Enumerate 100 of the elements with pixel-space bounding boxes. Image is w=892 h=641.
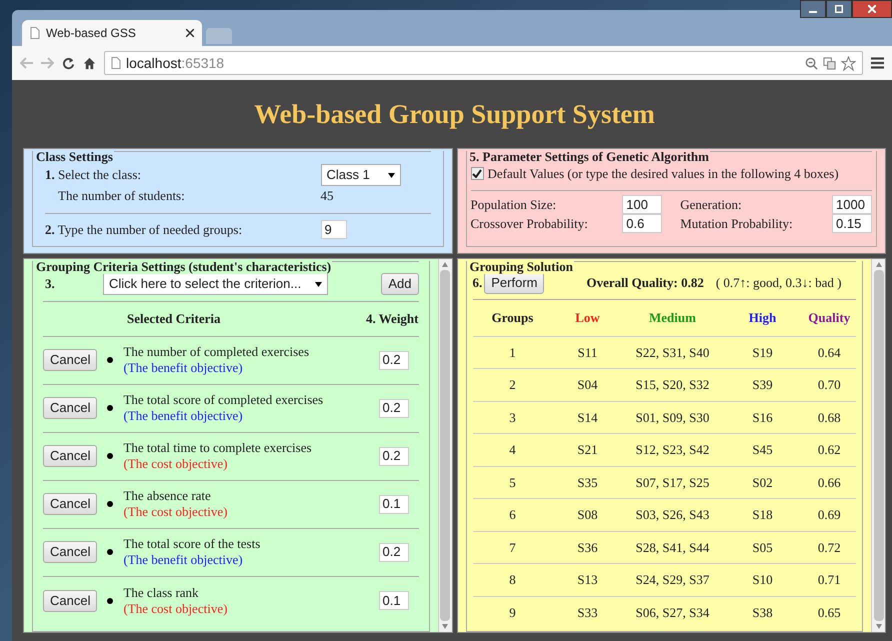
table-cell-text: 7 [508,538,517,556]
star-icon[interactable] [841,56,856,70]
address-bar[interactable]: localhost:65318 [104,51,863,75]
table-cell-text: S24, S29, S37 [634,571,710,589]
step-number: 3. [44,275,56,294]
table-cell-text: 0.62 [816,441,842,459]
table-cell-text: S13 [576,571,599,589]
table-cell-text: S02 [751,474,774,492]
table-cell-text: S18 [751,506,774,524]
panel-legend: Class Settings [35,150,114,164]
weight-input[interactable]: 0.2 [378,542,408,562]
bullet-icon [107,357,114,363]
table-cell-text: S38 [751,604,774,622]
menu-icon[interactable] [871,57,884,69]
translate-icon[interactable] [823,56,836,70]
column-header: 4. Weight [366,310,418,328]
bullet-icon [107,405,114,411]
reload-icon[interactable] [62,56,75,70]
column-header: High [748,309,778,327]
quality-note: ( 0.7↑: good, 0.3↓: bad ) [716,274,842,292]
close-icon[interactable] [186,29,194,37]
scrollbar[interactable] [871,259,885,632]
table-cell-text: 0.65 [816,604,842,622]
dropdown-arrow-icon [315,282,322,286]
criterion-select[interactable]: Click here to select the criterion... [103,273,328,295]
column-header: Medium [648,309,697,327]
scroll-down-icon[interactable] [876,624,882,629]
weight-input[interactable]: 0.2 [378,398,408,418]
weight-input[interactable]: 0.1 [378,591,408,610]
scroll-down-icon[interactable] [442,624,448,629]
table-cell-text: S03, S26, S43 [634,506,710,524]
criterion-name: The total score of completed exercises [123,392,324,408]
column-header: Low [574,309,601,327]
add-button[interactable]: Add [381,273,418,295]
weight-input[interactable]: 0.2 [378,446,408,466]
weight-input[interactable]: 0.1 [378,494,408,514]
scroll-up-icon[interactable] [876,262,882,267]
overall-quality: Overall Quality: 0.82 [586,274,704,292]
cancel-button[interactable]: Cancel [43,590,98,612]
table-cell-text: S28, S41, S44 [634,538,710,556]
table-cell-text: S35 [576,474,599,492]
cancel-button[interactable]: Cancel [43,349,98,371]
criterion-name: The absence rate [123,488,212,504]
column-header: Groups [490,309,534,327]
parameter-input[interactable]: 0.6 [622,214,662,234]
cancel-button[interactable]: Cancel [43,445,98,467]
objective-label: (The cost objective) [123,504,228,520]
default-values-checkbox[interactable] [470,167,484,180]
panel-legend: 5. Parameter Settings of Genetic Algorithm [468,150,710,164]
objective-label: (The cost objective) [123,600,228,616]
table-cell-text: S05 [751,538,774,556]
table-cell-text: S36 [576,538,599,556]
criterion-name: The class rank [123,584,200,600]
checkbox-label: Default Values (or type the desired values in the following 4 boxes) [488,165,839,183]
home-icon[interactable] [83,56,96,70]
parameter-input[interactable]: 0.15 [832,214,872,234]
criterion-name: The total time to complete exercises [123,440,313,456]
tab-title: Web-based GSS [46,25,137,42]
cancel-button[interactable]: Cancel [43,397,98,419]
groups-input[interactable]: 9 [320,220,346,239]
class-select[interactable]: Class 1 [320,164,400,186]
table-cell-text: 6 [508,506,517,524]
field-label: Crossover Probability: [470,215,588,233]
table-cell-text: 0.72 [816,538,842,556]
table-cell-text: 1 [508,344,517,362]
browser-tab[interactable]: Web-based GSS [22,20,202,46]
scrollbar[interactable] [438,259,452,632]
table-cell-text: 4 [508,441,517,459]
table-cell-text: S11 [576,344,598,362]
column-header: Quality [807,309,852,327]
table-cell-text: 0.66 [816,474,842,492]
weight-input[interactable]: 0.2 [378,350,408,370]
field-label: The number of students: [58,187,185,205]
objective-label: (The cost objective) [123,456,228,472]
objective-label: (The benefit objective) [123,360,244,376]
cancel-button[interactable]: Cancel [43,493,98,515]
table-cell-text: S04 [576,376,599,394]
url-text: localhost:65318 [126,54,226,72]
table-cell-text: 9 [508,604,517,622]
bullet-icon [107,501,114,507]
table-cell-text: S07, S17, S25 [634,474,710,492]
parameter-input[interactable]: 100 [622,194,662,214]
panel-legend: Grouping Criteria Settings (student's characteristics) [35,260,332,274]
bullet-icon [107,549,114,555]
table-cell-text: S39 [751,376,774,394]
scroll-up-icon[interactable] [442,262,448,267]
table-cell-text: S45 [751,441,774,459]
minimize-button[interactable] [800,0,826,18]
cancel-button[interactable]: Cancel [43,541,98,563]
zoom-icon[interactable] [805,56,818,70]
page-title: Web-based Group Support System [254,98,655,131]
table-cell-text: S10 [751,571,774,589]
maximize-button[interactable] [826,0,852,18]
column-header: Selected Criteria [127,310,222,328]
table-cell-text: S08 [576,506,599,524]
page-icon [111,57,121,69]
parameter-input[interactable]: 1000 [832,194,872,214]
close-button[interactable] [852,0,892,18]
dropdown-arrow-icon [388,172,394,178]
table-cell-text: 0.68 [816,408,842,426]
